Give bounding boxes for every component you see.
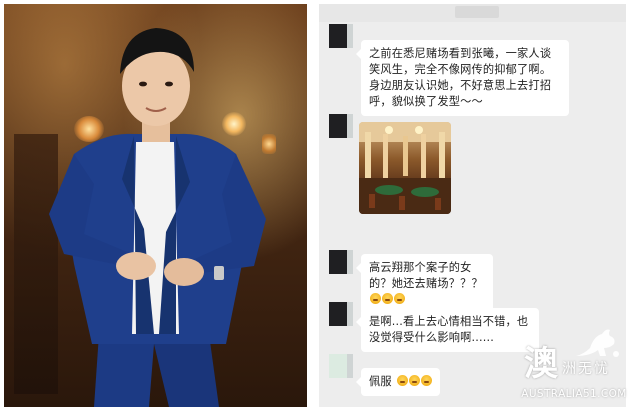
message-bubble-1: 之前在悉尼赌场看到张曦，一家人谈笑风生，完全不像网传的抑郁了啊。身边朋友认识她，… [356,40,569,116]
avatar[interactable] [329,114,353,138]
emoji-icon [382,293,393,304]
message-text: 高云翔那个案子的女的？她还去赌场？？？ [369,261,483,290]
message-text: 是啊...看上去心情相当不错，也没觉得受什么影响啊...... [369,315,529,344]
avatar[interactable] [329,250,353,274]
chat-top-bar [319,4,626,22]
emoji-icon [394,293,405,304]
emoji-icon [370,293,381,304]
top-bar-pill [455,6,499,18]
avatar-strip [347,302,353,326]
message-text: 之前在悉尼赌场看到张曦，一家人谈笑风生，完全不像网传的抑郁了啊。身边朋友认识她，… [369,47,552,108]
avatar[interactable] [329,354,353,378]
watermark-logo-char: 澳 [524,344,558,384]
message-bubble-4: 是啊...看上去心情相当不错，也没觉得受什么影响啊...... [356,308,539,352]
emoji-icon [408,375,420,386]
avatar[interactable] [329,302,353,326]
kangaroo-logo-icon [576,329,619,357]
watermark-url: AUSTRALIA51.COM [521,388,627,400]
message-text: 佩服 [369,375,392,388]
watermark-brand-text: 洲无忧 [562,361,610,377]
celebrity-photo [4,4,307,407]
casino-interior-image [359,122,451,214]
man-in-suit-figure [49,28,266,407]
avatar-strip [347,114,353,138]
message-bubble-3: 高云翔那个案子的女的？她还去赌场？？？ [356,254,493,314]
watermark: 澳 洲无忧 AUSTRALIA51.COM [520,322,628,406]
avatar-strip [347,250,353,274]
avatar-strip [347,24,353,48]
emoji-icon [420,375,432,386]
avatar[interactable] [329,24,353,48]
avatar-strip [347,354,353,378]
message-bubble-5: 佩服 [356,368,440,396]
casino-photo-message[interactable] [359,122,451,214]
emoji-icon [396,375,408,386]
